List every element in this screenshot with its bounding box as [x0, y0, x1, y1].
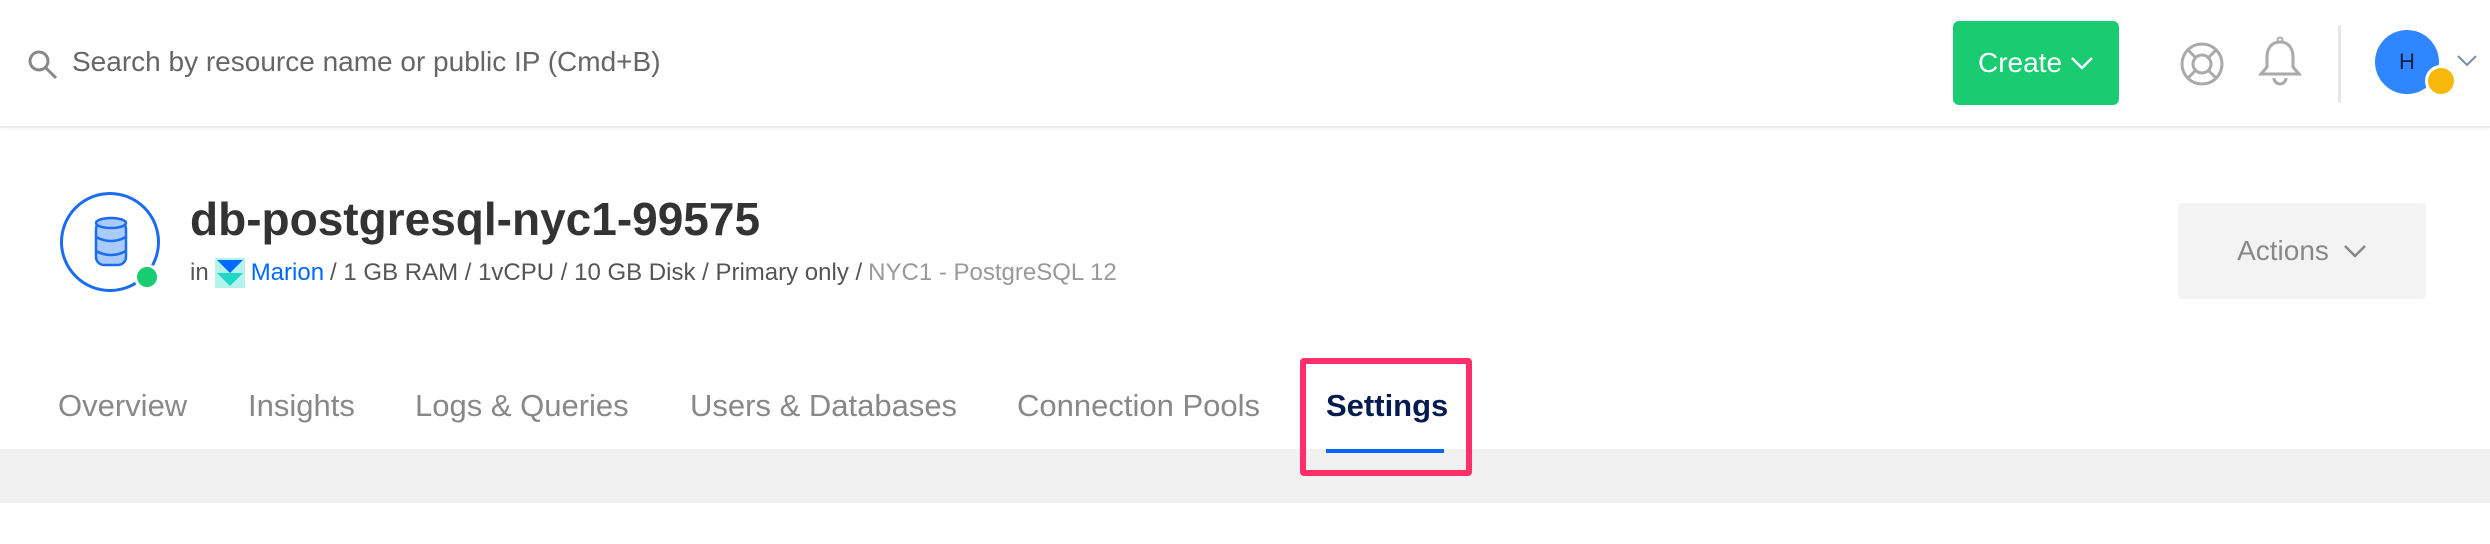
resource-title: db-postgresql-nyc1-99575 — [190, 193, 761, 245]
header-divider — [2338, 25, 2341, 103]
avatar-initial: H — [2399, 49, 2415, 74]
resource-details: in Marion / 1 GB RAM / 1vCPU / 10 GB Dis… — [190, 258, 1117, 288]
project-link[interactable]: Marion — [251, 259, 324, 287]
resource-specs: / 1 GB RAM / 1vCPU / 10 GB Disk / Primar… — [330, 259, 863, 286]
tab-overview[interactable]: Overview — [58, 388, 187, 424]
tab-users-databases[interactable]: Users & Databases — [690, 388, 957, 424]
account-chevron-down-icon[interactable] — [2456, 54, 2478, 68]
create-label: Create — [1977, 47, 2063, 78]
actions-button[interactable]: Actions — [2178, 203, 2426, 299]
tab-insights[interactable]: Insights — [248, 388, 355, 424]
actions-label: Actions — [2237, 235, 2329, 266]
team-badge-icon — [2425, 65, 2457, 97]
bell-icon[interactable] — [2256, 36, 2304, 90]
create-button[interactable]: Create — [1953, 21, 2119, 105]
resource-region: NYC1 - PostgreSQL 12 — [868, 259, 1117, 286]
search-input[interactable]: Search by resource name or public IP (Cm… — [72, 46, 661, 78]
tab-logs-queries[interactable]: Logs & Queries — [415, 388, 629, 424]
search-icon — [28, 50, 58, 80]
tab-bar-divider — [0, 449, 2490, 503]
help-lifebuoy-icon[interactable] — [2178, 40, 2226, 88]
in-label: in — [190, 259, 209, 286]
highlight-box — [1300, 358, 1472, 476]
project-icon — [214, 258, 245, 288]
status-online-indicator — [134, 264, 160, 290]
chevron-down-icon — [2071, 57, 2093, 70]
chevron-down-icon — [2344, 245, 2366, 258]
tab-connection-pools[interactable]: Connection Pools — [1017, 388, 1260, 424]
top-bar: Search by resource name or public IP (Cm… — [0, 0, 2490, 128]
